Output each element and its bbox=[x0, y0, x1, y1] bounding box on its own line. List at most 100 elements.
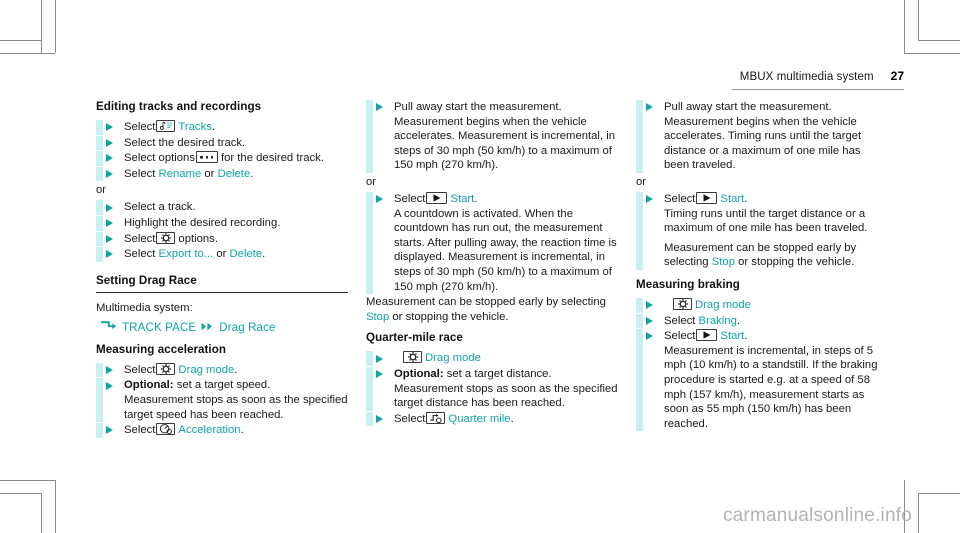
braking-link[interactable]: Braking bbox=[699, 315, 737, 327]
play-start-icon[interactable] bbox=[696, 329, 718, 342]
acceleration-icon[interactable] bbox=[156, 423, 176, 436]
acceleration-link[interactable]: Acceleration bbox=[178, 424, 240, 436]
step-select-tracks: Select Tracks. bbox=[96, 120, 348, 135]
step-rename-or-delete: Select Rename or Delete. bbox=[96, 166, 348, 182]
bullet-triangle-icon bbox=[106, 219, 113, 228]
bullet-triangle-icon bbox=[106, 426, 113, 435]
stop-link[interactable]: Stop bbox=[366, 311, 389, 323]
play-start-icon[interactable] bbox=[696, 191, 718, 204]
step-text-tail: options. bbox=[178, 232, 218, 245]
step-optional-target-speed: Optional: set a target speed. Measuremen… bbox=[96, 378, 348, 423]
step-body-secondary: Measurement can be stopped early by sele… bbox=[664, 241, 888, 270]
heading-setting-drag-race: Setting Drag Race bbox=[96, 274, 348, 293]
gear-icon[interactable] bbox=[156, 362, 176, 375]
gear-icon[interactable] bbox=[673, 297, 692, 310]
tracks-link[interactable]: Tracks bbox=[178, 121, 211, 133]
step-line: Select Start. bbox=[664, 329, 888, 344]
bullet-triangle-icon bbox=[106, 381, 113, 390]
step-period: . bbox=[736, 314, 740, 327]
heading-quarter-mile-race: Quarter-mile race bbox=[366, 331, 463, 345]
crop-mark-top-left-vertical bbox=[41, 0, 43, 40]
step-period: . bbox=[240, 424, 244, 437]
delete-link[interactable]: Delete bbox=[230, 248, 263, 260]
or-separator: or bbox=[366, 175, 377, 188]
step-bar bbox=[96, 362, 103, 378]
step-text: Select bbox=[124, 424, 156, 437]
optional-body: Measurement stops as soon as the specifi… bbox=[394, 382, 618, 410]
hook-arrow-icon bbox=[100, 320, 117, 336]
bullet-triangle-icon bbox=[106, 138, 113, 147]
manual-page: MBUX multimedia system 27 Editing tracks… bbox=[0, 0, 960, 533]
crop-mark-top-right-vertical bbox=[918, 0, 920, 40]
step-drag-mode: Drag mode bbox=[636, 297, 888, 313]
tracks-icon[interactable] bbox=[156, 120, 176, 132]
step-optional-target-distance: Optional: set a target distance. Measure… bbox=[366, 366, 618, 411]
heading-measuring-braking: Measuring braking bbox=[636, 277, 740, 291]
stop-link[interactable]: Stop bbox=[712, 256, 735, 268]
optional-label: Optional: bbox=[124, 379, 174, 392]
step-pull-away-start: Pull away start the measurement. Measure… bbox=[366, 100, 618, 173]
gear-icon[interactable] bbox=[403, 351, 422, 364]
export-to-link[interactable]: Export to... bbox=[159, 248, 214, 260]
drag-mode-link[interactable]: Drag mode bbox=[695, 299, 751, 311]
quarter-mile-link[interactable]: Quarter mile bbox=[448, 413, 510, 425]
delete-link[interactable]: Delete bbox=[218, 168, 251, 180]
step-select-a-track: Select a track. bbox=[96, 200, 348, 215]
rename-link[interactable]: Rename bbox=[159, 168, 202, 180]
crop-mark-bottom-inner-left-horizontal bbox=[0, 480, 55, 482]
bullet-triangle-icon bbox=[646, 301, 653, 310]
bullet-triangle-icon bbox=[106, 154, 113, 163]
drag-mode-link[interactable]: Drag mode bbox=[178, 364, 234, 376]
bullet-triangle-icon bbox=[376, 414, 383, 423]
bullet-triangle-icon bbox=[106, 234, 113, 243]
three-column-body: Editing tracks and recordings Select Trac… bbox=[96, 100, 912, 439]
step-select-quarter-mile: Select Quarter mile. bbox=[366, 411, 618, 427]
crop-mark-left-long-vertical bbox=[55, 0, 57, 53]
bullet-triangle-icon bbox=[646, 332, 653, 341]
optional-line: Optional: set a target speed. bbox=[124, 378, 348, 393]
step-body: Timing runs until the target distance or… bbox=[664, 207, 868, 235]
step-text: Select the desired track. bbox=[124, 136, 246, 149]
step-title: Pull away start the measurement. bbox=[394, 101, 562, 113]
start-link[interactable]: Start bbox=[450, 193, 474, 205]
stop-note-post: or stopping the vehicle. bbox=[392, 310, 509, 323]
start-link[interactable]: Start bbox=[720, 330, 744, 342]
bullet-triangle-icon bbox=[646, 103, 653, 112]
step-highlight-recording: Highlight the desired recording. bbox=[96, 215, 348, 231]
step-body: Measurement is incremental, in steps of … bbox=[664, 344, 878, 430]
step-select-options-gear: Select options. bbox=[96, 231, 348, 247]
step-text: Select a track. bbox=[124, 201, 196, 214]
breadcrumb-root[interactable]: TRACK PACE bbox=[122, 320, 196, 336]
play-start-icon[interactable] bbox=[426, 191, 448, 204]
start-link[interactable]: Start bbox=[720, 193, 744, 205]
drag-mode-link[interactable]: Drag mode bbox=[425, 352, 481, 364]
step-bar bbox=[366, 351, 373, 366]
step-text: Select bbox=[124, 363, 156, 376]
step-export-or-delete: Select Export to... or Delete. bbox=[96, 247, 348, 262]
stop-note-post: or stopping the vehicle. bbox=[738, 256, 855, 269]
bullet-triangle-icon bbox=[106, 123, 113, 132]
step-line: Select Start. bbox=[394, 191, 618, 207]
step-bar bbox=[636, 191, 643, 270]
quarter-mile-icon[interactable] bbox=[426, 411, 446, 424]
step-select-acceleration: Select Acceleration. bbox=[96, 423, 348, 438]
conjunction: or bbox=[216, 248, 227, 261]
crop-mark-inner-left-horizontal bbox=[0, 53, 55, 55]
step-pull-away-start: Pull away start the measurement. Measure… bbox=[636, 100, 888, 173]
step-select-start: Select Start. A countdown is activated. W… bbox=[366, 191, 618, 295]
bullet-triangle-icon bbox=[376, 370, 383, 379]
step-body: A countdown is activated. When the count… bbox=[394, 207, 617, 293]
heading-editing-tracks: Editing tracks and recordings bbox=[96, 100, 262, 113]
bullet-triangle-icon bbox=[646, 316, 653, 325]
step-text: Select bbox=[664, 192, 696, 205]
crop-mark-top-right-horizontal bbox=[918, 40, 960, 42]
step-bar bbox=[96, 166, 103, 182]
step-title: Pull away start the measurement. bbox=[664, 101, 832, 113]
step-bar bbox=[96, 120, 103, 135]
step-bar bbox=[96, 247, 103, 262]
header-rule bbox=[732, 89, 904, 90]
double-chevron-icon bbox=[201, 320, 214, 336]
breadcrumb-child[interactable]: Drag Race bbox=[219, 320, 275, 336]
options-dots-icon[interactable] bbox=[195, 151, 218, 164]
gear-icon[interactable] bbox=[156, 231, 176, 244]
